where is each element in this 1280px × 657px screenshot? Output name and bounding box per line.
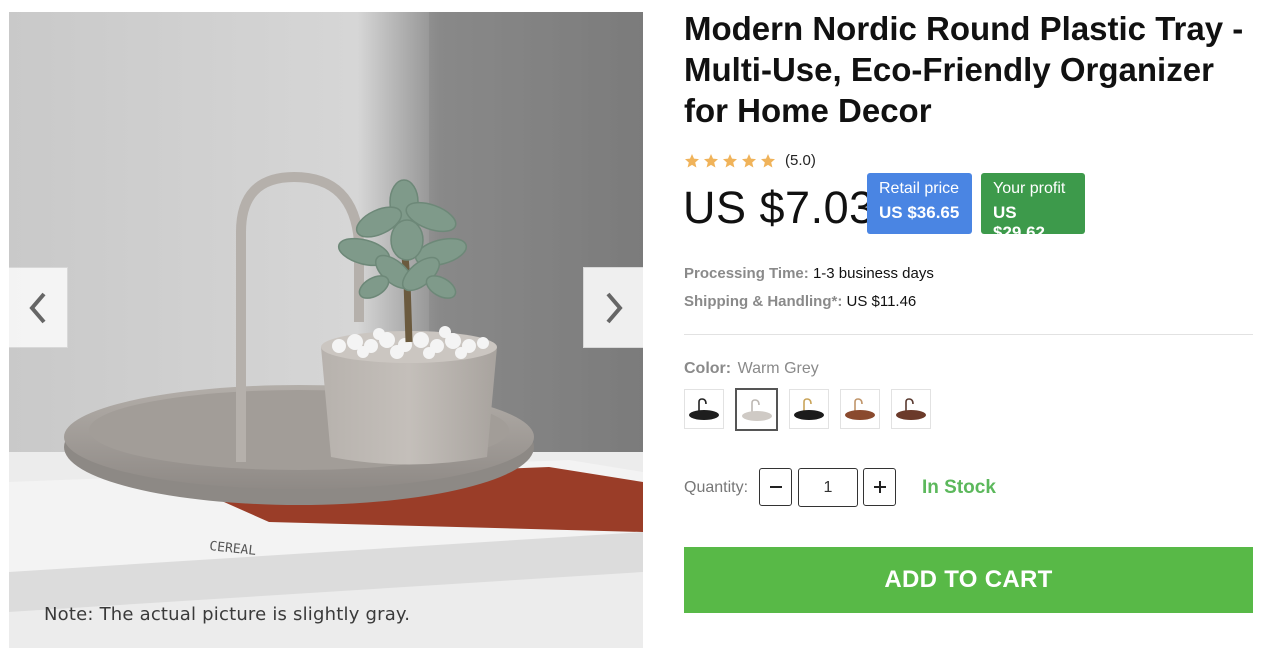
star-icon — [761, 153, 775, 168]
add-to-cart-button[interactable]: ADD TO CART — [684, 547, 1253, 613]
star-icon — [685, 153, 699, 168]
color-selection: Color: Warm Grey — [684, 360, 819, 378]
color-label: Color: — [684, 360, 732, 377]
color-swatch-copper[interactable] — [840, 389, 880, 429]
previous-image-button[interactable] — [9, 267, 68, 348]
color-swatch-black[interactable] — [684, 389, 724, 429]
product-image-gallery: CEREAL Note: The actual picture is sligh… — [9, 12, 643, 648]
color-swatches — [684, 388, 942, 431]
product-price: US $7.03 — [683, 182, 875, 233]
shipping-handling: Shipping & Handling*: US $11.46 — [684, 293, 916, 310]
black-tray-thumbnail-icon — [689, 398, 719, 420]
quantity-increase-button[interactable] — [863, 468, 896, 506]
quantity-input[interactable] — [798, 468, 858, 507]
rating-value: (5.0) — [785, 152, 816, 169]
color-swatch-black-gold[interactable] — [789, 389, 829, 429]
shipping-label: Shipping & Handling*: — [684, 293, 843, 310]
black-gold-tray-thumbnail-icon — [794, 398, 824, 420]
processing-time: Processing Time: 1-3 business days — [684, 265, 934, 282]
retail-price-value: US $36.65 — [879, 203, 960, 222]
selected-color-value: Warm Grey — [737, 360, 819, 377]
chevron-right-icon — [605, 292, 623, 323]
brown-tray-thumbnail-icon — [896, 398, 926, 420]
product-photo: CEREAL — [9, 12, 643, 648]
next-image-button[interactable] — [583, 267, 643, 348]
quantity-label: Quantity: — [684, 479, 749, 496]
chevron-left-icon — [28, 292, 46, 323]
image-note: Note: The actual picture is slightly gra… — [44, 604, 411, 625]
quantity-decrease-button[interactable] — [759, 468, 792, 506]
shipping-value: US $11.46 — [846, 293, 917, 310]
plus-icon — [873, 481, 886, 493]
retail-price-label: Retail price — [879, 180, 960, 197]
product-rating: (5.0) — [684, 152, 816, 169]
minus-icon — [769, 486, 782, 488]
divider — [684, 334, 1253, 335]
product-title: Modern Nordic Round Plastic Tray - Multi… — [684, 10, 1244, 129]
warm-grey-tray-thumbnail-icon — [741, 398, 772, 421]
processing-time-label: Processing Time: — [684, 265, 809, 282]
star-icon — [723, 153, 737, 168]
retail-price-badge: Retail price US $36.65 — [867, 173, 972, 234]
color-swatch-warm-grey[interactable] — [735, 388, 778, 431]
processing-time-value: 1-3 business days — [812, 265, 934, 282]
profit-value: US $29.62 — [993, 203, 1045, 242]
profit-badge: Your profit US $29.62 — [981, 173, 1085, 242]
profit-label: Your profit — [993, 180, 1066, 197]
star-icon — [704, 153, 718, 168]
color-swatch-brown[interactable] — [891, 389, 931, 429]
star-icon — [742, 153, 756, 168]
copper-tray-thumbnail-icon — [845, 398, 875, 420]
stock-status: In Stock — [922, 477, 996, 498]
